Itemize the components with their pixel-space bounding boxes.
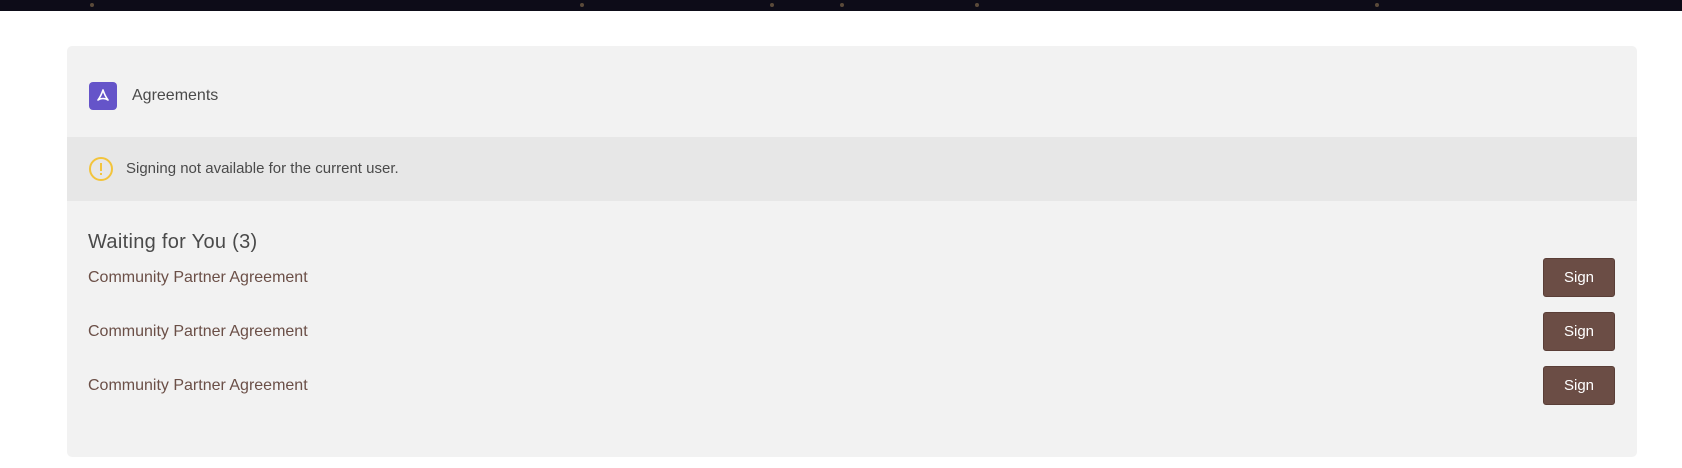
document-name[interactable]: Community Partner Agreement [88,268,308,288]
list-item: Community Partner Agreement Sign [67,311,1637,353]
sign-button[interactable]: Sign [1543,258,1615,297]
banner-speck [1375,3,1379,7]
banner-speck [840,3,844,7]
card-title: Agreements [132,87,219,104]
signing-unavailable-notice: Signing not available for the current us… [67,137,1637,201]
pdf-icon [89,82,117,110]
notice-text: Signing not available for the current us… [126,160,399,177]
banner-speck [770,3,774,7]
section-title: Waiting for You (3) [88,231,258,253]
sign-button[interactable]: Sign [1543,366,1615,405]
document-name[interactable]: Community Partner Agreement [88,322,308,342]
banner-speck [975,3,979,7]
card-header: Agreements [67,46,1637,137]
banner-speck [90,3,94,7]
sign-button[interactable]: Sign [1543,312,1615,351]
list-item: Community Partner Agreement Sign [67,365,1637,407]
top-banner-image [0,0,1682,11]
document-name[interactable]: Community Partner Agreement [88,376,308,396]
list-item: Community Partner Agreement Sign [67,257,1637,299]
banner-speck [580,3,584,7]
agreements-card: Agreements Signing not available for the… [67,46,1637,457]
warning-circle-icon [88,156,114,182]
